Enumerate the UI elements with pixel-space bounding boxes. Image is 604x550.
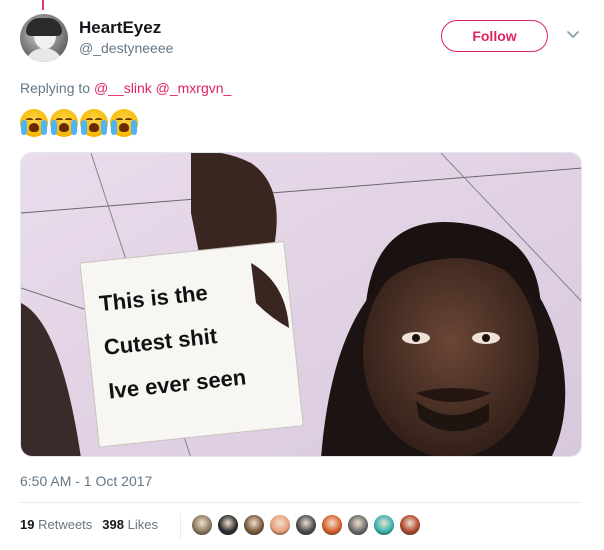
liker-avatar-6[interactable] [321,514,343,536]
stats-divider [180,513,181,539]
tweet-stats: 19 Retweets 398 Likes [20,517,158,532]
liker-avatar-8[interactable] [373,514,395,536]
mention-link-2[interactable]: @_mxrgvn_ [156,80,232,96]
display-name[interactable]: HeartEyez [79,18,161,38]
avatar-hair [26,18,62,36]
chevron-down-icon[interactable] [565,26,581,42]
follow-button[interactable]: Follow [441,20,548,52]
liker-avatar-3[interactable] [243,514,265,536]
loudly-crying-face-icon [20,109,48,137]
likes-stat[interactable]: 398 Likes [102,517,158,532]
tweet-header: HeartEyez @_destyneeee Follow [20,14,585,64]
liker-avatar-1[interactable] [191,514,213,536]
retweets-label: Retweets [38,517,93,532]
liker-avatar-2[interactable] [217,514,239,536]
mention-link-1[interactable]: @__slink [94,80,152,96]
photo-illustration: This is the Cutest shit Ive ever seen [21,153,581,456]
tweet-timestamp[interactable]: 6:50 AM - 1 Oct 2017 [20,473,152,489]
user-handle[interactable]: @_destyneeee [79,40,173,56]
liker-avatar-5[interactable] [295,514,317,536]
liker-avatar-7[interactable] [347,514,369,536]
retweets-count: 19 [20,517,35,532]
replying-to-prefix: Replying to [20,80,94,96]
liker-avatars [191,514,421,536]
loudly-crying-face-icon [50,109,78,137]
avatar-body [24,48,64,62]
thread-line [42,0,44,10]
loudly-crying-face-icon [80,109,108,137]
retweets-stat[interactable]: 19 Retweets [20,517,92,532]
likes-count: 398 [102,517,124,532]
liker-avatar-4[interactable] [269,514,291,536]
liker-avatar-9[interactable] [399,514,421,536]
tweet-photo[interactable]: This is the Cutest shit Ive ever seen [20,152,582,457]
tweet-emojis [20,109,138,139]
avatar[interactable] [20,14,68,62]
divider [20,502,582,503]
loudly-crying-face-icon [110,109,138,137]
likes-label: Likes [127,517,158,532]
replying-to: Replying to @__slink @_mxrgvn_ [20,80,231,96]
